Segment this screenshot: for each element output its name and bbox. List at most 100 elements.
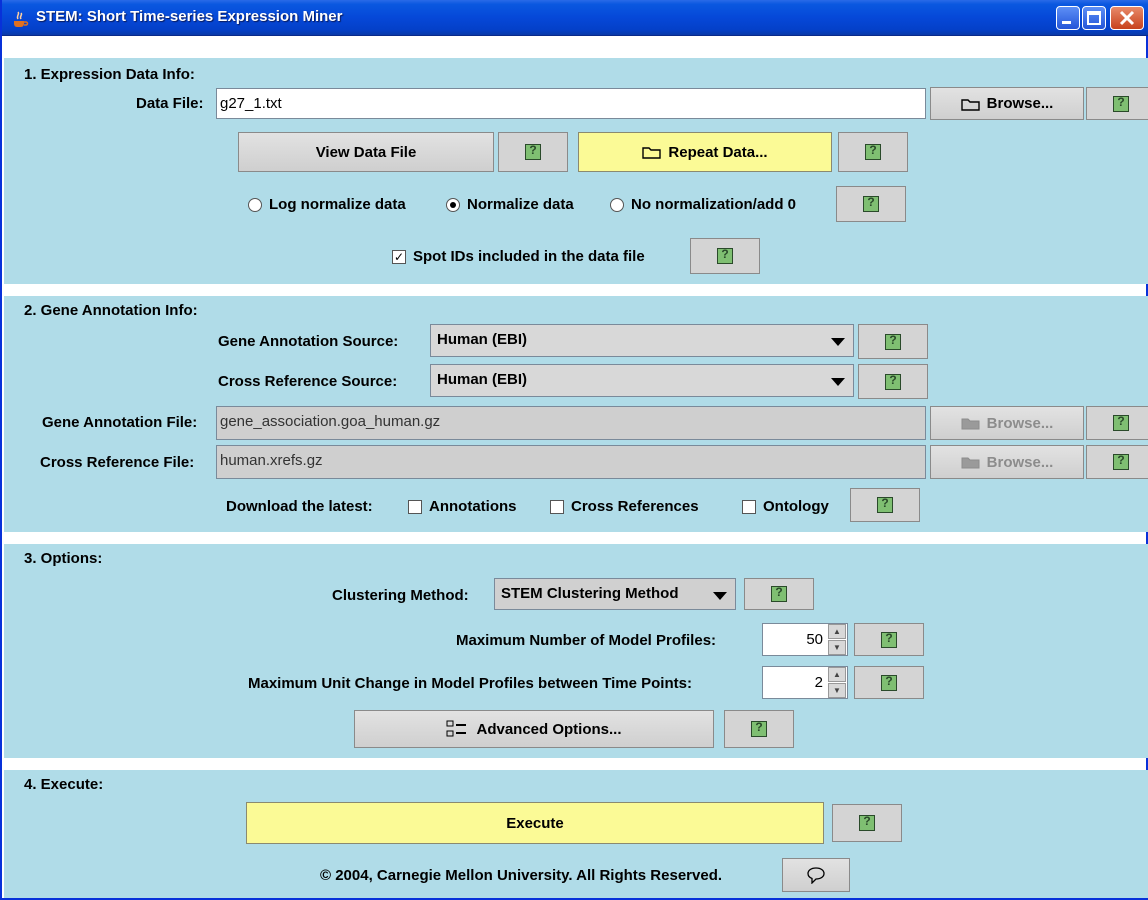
log-normalize-radio[interactable]: Log normalize data (248, 196, 406, 213)
advanced-options-button[interactable]: Advanced Options... (354, 710, 714, 748)
cross-references-checkbox[interactable]: Cross References (550, 498, 699, 515)
help-button[interactable] (838, 132, 908, 172)
checkbox-box (550, 499, 564, 514)
help-button[interactable] (854, 623, 924, 656)
help-icon (1113, 453, 1129, 470)
browse-label: Browse... (986, 414, 1054, 432)
max-profiles-label: Maximum Number of Model Profiles: (456, 632, 717, 649)
help-button[interactable] (498, 132, 568, 172)
checkbox-label: Ontology (763, 498, 829, 515)
help-button[interactable] (832, 804, 902, 842)
help-icon (859, 814, 875, 831)
window-title: STEM: Short Time-series Expression Miner (36, 8, 343, 25)
title-bar[interactable]: STEM: Short Time-series Expression Miner (2, 0, 1148, 36)
help-icon (1113, 414, 1129, 431)
browse-cross-ref-button[interactable]: Browse... (930, 445, 1084, 479)
help-icon (881, 674, 897, 691)
annotation-source-select[interactable]: Human (EBI) (430, 324, 854, 357)
help-icon (751, 720, 767, 737)
help-button[interactable] (836, 186, 906, 222)
help-button[interactable] (1086, 445, 1148, 479)
help-button[interactable] (854, 666, 924, 699)
browse-data-button[interactable]: Browse... (930, 87, 1084, 120)
repeat-data-label: Repeat Data... (668, 143, 768, 161)
normalize-radio[interactable]: Normalize data (446, 196, 574, 213)
help-icon (771, 585, 787, 602)
close-icon (1119, 10, 1135, 26)
help-icon (525, 143, 541, 160)
execute-button[interactable]: Execute (246, 802, 824, 844)
cross-ref-file-label: Cross Reference File: (40, 454, 195, 471)
help-button[interactable] (1086, 406, 1148, 440)
maximize-icon (1087, 11, 1101, 25)
radio-dot (248, 197, 262, 212)
data-file-field[interactable]: g27_1.txt (216, 88, 926, 119)
cross-ref-file-field[interactable]: human.xrefs.gz (216, 445, 926, 479)
app-window: STEM: Short Time-series Expression Miner… (0, 0, 1148, 900)
ontology-checkbox[interactable]: Ontology (742, 498, 829, 515)
select-value: Human (EBI) (437, 331, 527, 348)
checkbox-label: Cross References (571, 498, 699, 515)
help-button[interactable] (850, 488, 920, 522)
annotation-source-label: Gene Annotation Source: (218, 333, 399, 350)
help-button[interactable] (858, 324, 928, 359)
help-icon (881, 631, 897, 648)
help-button[interactable] (1086, 87, 1148, 120)
radio-label: Log normalize data (269, 196, 406, 213)
dropdown-arrow-icon (713, 592, 727, 600)
help-icon (1113, 95, 1129, 112)
expression-data-section: 1. Expression Data Info: Data File: g27_… (4, 58, 1148, 284)
gene-annotation-section: 2. Gene Annotation Info: Gene Annotation… (4, 296, 1148, 532)
help-button[interactable] (744, 578, 814, 610)
help-button[interactable] (724, 710, 794, 748)
spinner-up-icon[interactable]: ▲ (828, 624, 846, 639)
browse-label: Browse... (986, 95, 1054, 112)
select-value: STEM Clustering Method (501, 585, 679, 602)
dropdown-arrow-icon (831, 378, 845, 386)
speech-bubble-icon (807, 867, 825, 884)
checkbox-label: Spot IDs included in the data file (413, 248, 645, 265)
annotation-file-field[interactable]: gene_association.goa_human.gz (216, 406, 926, 440)
cross-ref-source-select[interactable]: Human (EBI) (430, 364, 854, 397)
help-icon (865, 143, 881, 160)
close-button[interactable] (1110, 6, 1144, 30)
checkbox-label: Annotations (429, 498, 517, 515)
no-normalization-radio[interactable]: No normalization/add 0 (610, 196, 796, 213)
spinner-value: 50 (806, 631, 823, 648)
max-profiles-spinner[interactable]: 50 ▲ ▼ (762, 623, 848, 656)
maximize-button[interactable] (1082, 6, 1106, 30)
java-cup-icon (14, 11, 29, 27)
spinner-down-icon[interactable]: ▼ (828, 640, 846, 655)
help-icon (885, 333, 901, 350)
view-data-file-button[interactable]: View Data File (238, 132, 494, 172)
options-section: 3. Options: Clustering Method: STEM Clus… (4, 544, 1148, 758)
browse-label: Browse... (986, 453, 1054, 471)
spinner-up-icon[interactable]: ▲ (828, 667, 846, 682)
radio-dot (610, 197, 624, 212)
help-button[interactable] (858, 364, 928, 399)
section-title: 1. Expression Data Info: (24, 66, 195, 83)
spinner-down-icon[interactable]: ▼ (828, 683, 846, 698)
help-button[interactable] (690, 238, 760, 274)
help-icon (885, 373, 901, 390)
options-list-icon (446, 720, 467, 737)
download-latest-label: Download the latest: (226, 498, 373, 515)
browse-annotation-button[interactable]: Browse... (930, 406, 1084, 440)
annotations-checkbox[interactable]: Annotations (408, 498, 517, 515)
feedback-button[interactable] (782, 858, 850, 892)
data-file-label: Data File: (136, 95, 204, 112)
help-icon (877, 496, 893, 513)
spot-ids-checkbox[interactable]: ✓ Spot IDs included in the data file (392, 248, 645, 265)
minimize-icon (1062, 21, 1071, 24)
folder-icon (960, 98, 980, 111)
section-title: 2. Gene Annotation Info: (24, 302, 198, 319)
folder-icon (961, 418, 980, 430)
folder-icon (961, 457, 980, 469)
clustering-method-select[interactable]: STEM Clustering Method (494, 578, 736, 610)
repeat-data-button[interactable]: Repeat Data... (578, 132, 832, 172)
minimize-button[interactable] (1056, 6, 1080, 30)
advanced-options-label: Advanced Options... (476, 720, 622, 738)
max-unit-change-spinner[interactable]: 2 ▲ ▼ (762, 666, 848, 699)
folder-icon (642, 147, 662, 159)
cross-ref-source-label: Cross Reference Source: (218, 373, 398, 390)
